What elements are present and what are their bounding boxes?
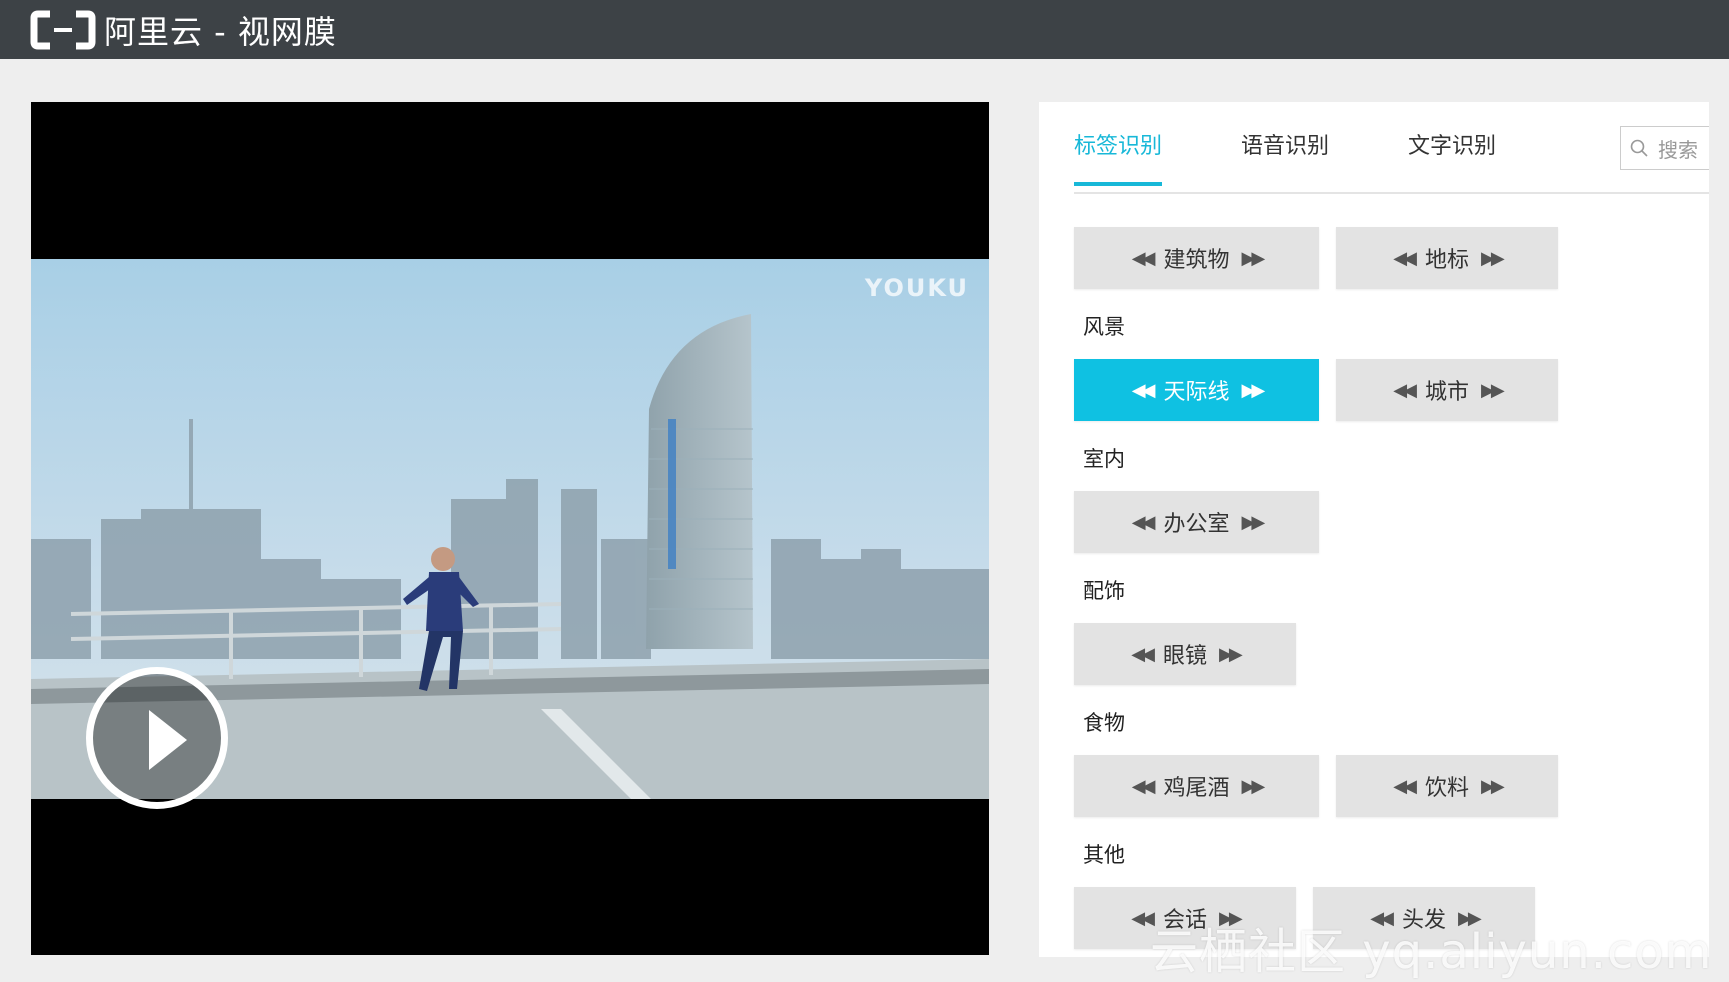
rewind-icon: ◀◀: [1131, 247, 1156, 269]
rewind-icon: ◀◀: [1131, 907, 1155, 929]
top-bar: 阿里云 - 视网膜: [0, 0, 1729, 59]
tag-drink[interactable]: ◀◀ 饮料 ▶▶: [1336, 755, 1558, 817]
tab-label-recognition[interactable]: 标签识别: [1074, 128, 1163, 186]
tag-row: ◀◀ 鸡尾酒 ▶▶ ◀◀ 饮料 ▶▶: [1074, 755, 1694, 817]
forward-icon: ▶▶: [1241, 247, 1266, 269]
forward-icon: ▶▶: [1241, 379, 1266, 401]
tag-label: 鸡尾酒: [1163, 776, 1230, 801]
tag-glasses[interactable]: ◀◀ 眼镜 ▶▶: [1074, 623, 1296, 685]
play-button[interactable]: [86, 667, 228, 809]
forward-icon: ▶▶: [1481, 247, 1505, 269]
tag-label: 办公室: [1163, 512, 1230, 537]
tag-row: ◀◀ 天际线 ▶▶ ◀◀ 城市 ▶▶: [1074, 359, 1694, 421]
rewind-icon: ◀◀: [1393, 247, 1417, 269]
tag-label: 城市: [1424, 380, 1469, 405]
tag-row: ◀◀ 建筑物 ▶▶ ◀◀ 地标 ▶▶: [1074, 227, 1694, 289]
tag-label: 建筑物: [1163, 248, 1230, 273]
recognition-panel: 标签识别 语音识别 文字识别 搜索 ◀◀ 建筑物 ▶▶ ◀◀ 地标 ▶▶ 风景: [1039, 102, 1709, 957]
tag-label: 眼镜: [1162, 644, 1207, 669]
tag-row: ◀◀ 眼镜 ▶▶: [1074, 623, 1694, 685]
search-icon: [1630, 139, 1648, 157]
tag-list: ◀◀ 建筑物 ▶▶ ◀◀ 地标 ▶▶ 风景 ◀◀ 天际线 ▶▶ ◀◀ 城市 ▶▶: [1074, 227, 1694, 949]
youku-watermark: YOUKU: [864, 274, 969, 302]
tag-building[interactable]: ◀◀ 建筑物 ▶▶: [1074, 227, 1319, 289]
aliyun-logo-icon: [30, 10, 96, 50]
rewind-icon: ◀◀: [1393, 775, 1417, 797]
tag-city[interactable]: ◀◀ 城市 ▶▶: [1336, 359, 1558, 421]
category-heading: 其他: [1083, 843, 1125, 867]
rewind-icon: ◀◀: [1131, 379, 1156, 401]
app-title: 阿里云 - 视网膜: [104, 12, 337, 51]
video-player[interactable]: YOUKU: [31, 102, 989, 955]
tag-cocktail[interactable]: ◀◀ 鸡尾酒 ▶▶: [1074, 755, 1319, 817]
tab-bar: 标签识别 语音识别 文字识别 搜索: [1074, 102, 1709, 194]
rewind-icon: ◀◀: [1393, 379, 1417, 401]
forward-icon: ▶▶: [1481, 775, 1505, 797]
search-placeholder: 搜索: [1658, 137, 1698, 162]
tag-label: 饮料: [1424, 776, 1469, 801]
category-heading: 食物: [1083, 711, 1125, 735]
tag-row: ◀◀ 办公室 ▶▶: [1074, 491, 1694, 553]
category-heading: 风景: [1083, 315, 1125, 339]
tab-speech-recognition[interactable]: 语音识别: [1241, 128, 1329, 182]
search-input[interactable]: 搜索: [1620, 126, 1709, 170]
category-heading: 配饰: [1083, 579, 1125, 603]
forward-icon: ▶▶: [1481, 379, 1505, 401]
tag-label: 地标: [1424, 248, 1469, 273]
forward-icon: ▶▶: [1241, 775, 1266, 797]
tag-skyline[interactable]: ◀◀ 天际线 ▶▶: [1074, 359, 1319, 421]
forward-icon: ▶▶: [1241, 511, 1266, 533]
tag-label: 天际线: [1163, 380, 1230, 405]
tab-text-recognition[interactable]: 文字识别: [1408, 128, 1496, 182]
site-watermark: 云栖社区 yq.aliyun.com: [1150, 924, 1713, 980]
rewind-icon: ◀◀: [1131, 643, 1155, 665]
tag-landmark[interactable]: ◀◀ 地标 ▶▶: [1336, 227, 1558, 289]
rewind-icon: ◀◀: [1131, 775, 1156, 797]
tag-office[interactable]: ◀◀ 办公室 ▶▶: [1074, 491, 1319, 553]
rewind-icon: ◀◀: [1131, 511, 1156, 533]
play-icon: [149, 710, 187, 770]
category-heading: 室内: [1083, 447, 1125, 471]
forward-icon: ▶▶: [1219, 643, 1243, 665]
